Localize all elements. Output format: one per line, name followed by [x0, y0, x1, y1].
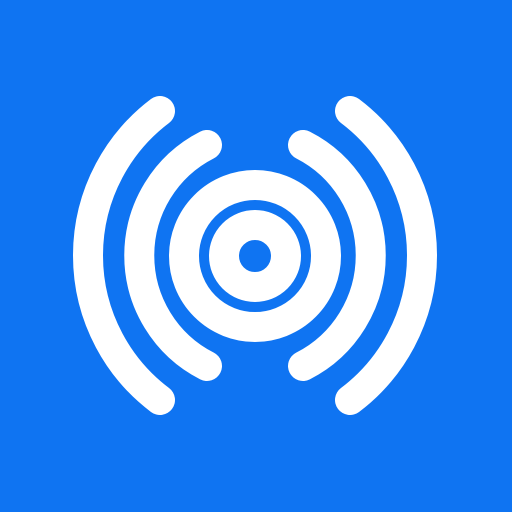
broadcast-signal-icon [73, 96, 437, 415]
signal-inner-ring [169, 170, 341, 342]
signal-center-ring [209, 210, 301, 302]
app-icon [0, 0, 512, 512]
